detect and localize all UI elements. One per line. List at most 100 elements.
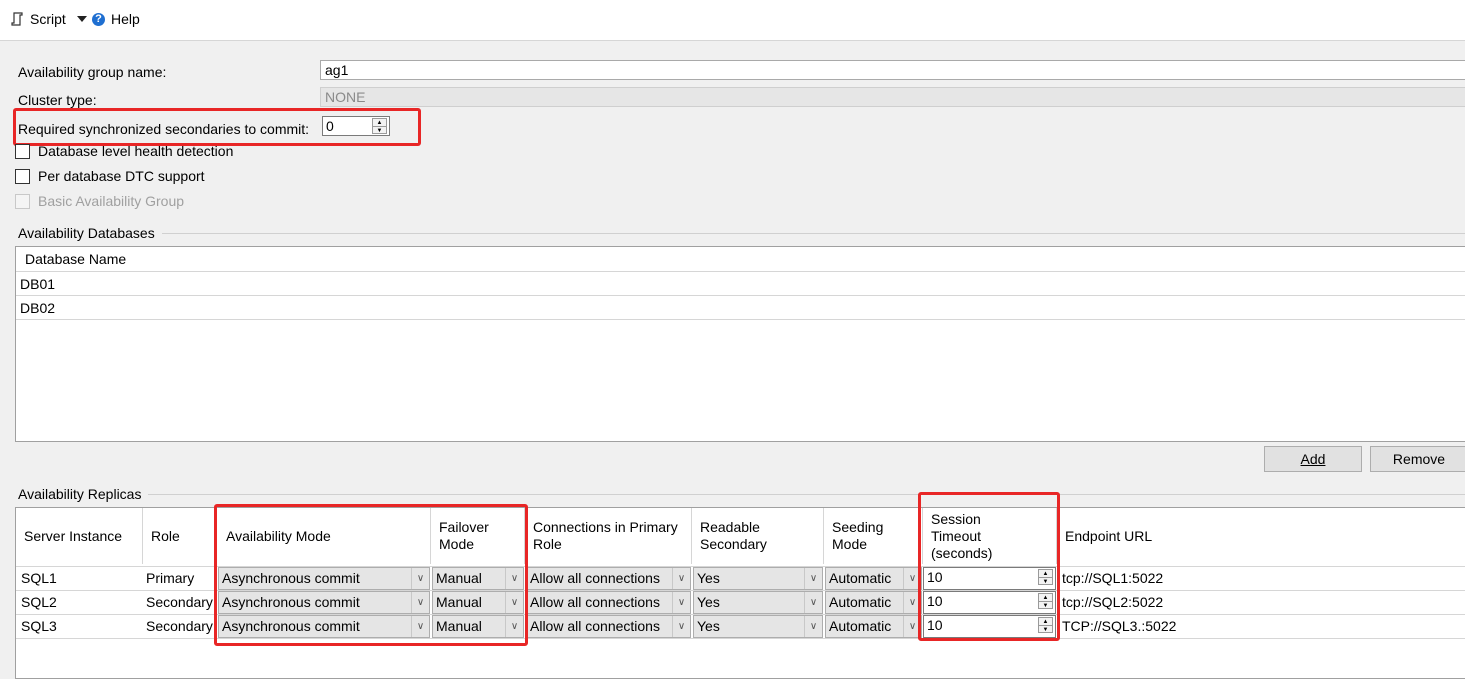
chevron-down-icon: ∨ xyxy=(903,568,921,589)
availability-mode-select[interactable]: Asynchronous commit ∨ xyxy=(218,591,430,614)
session-timeout-stepper[interactable]: 10 ▲ ▼ xyxy=(923,567,1056,590)
help-button[interactable]: ? Help xyxy=(92,10,140,28)
basic-ag-label: Basic Availability Group xyxy=(38,193,185,209)
header-seeding-mode: Seeding Mode xyxy=(824,508,923,564)
header-endpoint-url: Endpoint URL xyxy=(1065,527,1153,544)
chevron-down-icon: ∨ xyxy=(672,568,690,589)
database-row-db02[interactable]: DB02 xyxy=(20,300,55,316)
spin-up-icon: ▲ xyxy=(1039,570,1052,578)
header-role: Role xyxy=(143,508,216,564)
chevron-down-icon: ∨ xyxy=(505,616,523,637)
checkbox-box[interactable] xyxy=(15,168,30,184)
header-readable-secondary: Readable Secondary xyxy=(692,508,824,564)
script-icon xyxy=(11,12,23,26)
chevron-down-icon[interactable] xyxy=(76,15,88,23)
header-connections: Connections in Primary Role xyxy=(525,508,692,564)
header-failover-mode: Failover Mode xyxy=(431,508,525,564)
connections-select[interactable]: Allow all connections ∨ xyxy=(526,567,691,590)
server-instance-cell: SQL3 xyxy=(21,618,57,634)
failover-mode-select[interactable]: Manual ∨ xyxy=(432,615,524,638)
chevron-down-icon: ∨ xyxy=(672,616,690,637)
connections-select[interactable]: Allow all connections ∨ xyxy=(526,591,691,614)
readable-secondary-select[interactable]: Yes ∨ xyxy=(693,567,823,590)
spin-down-icon: ▼ xyxy=(1042,602,1049,609)
dtc-checkbox[interactable]: Per database DTC support xyxy=(15,168,205,184)
seeding-mode-select[interactable]: Automatic ∨ xyxy=(825,615,922,638)
availability-mode-select[interactable]: Asynchronous commit ∨ xyxy=(218,615,430,638)
table-row: SQL2 Secondary Asynchronous commit ∨ Manu… xyxy=(16,591,1465,615)
required-sync-value: 0 xyxy=(326,118,334,134)
table-row: SQL1 Primary Asynchronous commit ∨ Manual… xyxy=(16,567,1465,591)
header-availability-mode: Availability Mode xyxy=(216,508,431,564)
spin-down-icon[interactable]: ▼ xyxy=(373,127,386,134)
database-row-db01[interactable]: DB01 xyxy=(20,276,55,292)
connections-select[interactable]: Allow all connections ∨ xyxy=(526,615,691,638)
spin-up-icon: ▲ xyxy=(1039,618,1052,626)
replicas-grid: Server Instance Role Availability Mode F… xyxy=(15,507,1465,679)
chevron-down-icon: ∨ xyxy=(804,592,822,613)
readable-secondary-select[interactable]: Yes ∨ xyxy=(693,615,823,638)
chevron-down-icon: ∨ xyxy=(672,592,690,613)
cluster-type-select: NONE xyxy=(320,87,1465,107)
endpoint-url-cell[interactable]: TCP://SQL3.:5022 xyxy=(1059,615,1176,638)
session-timeout-stepper[interactable]: 10 ▲ ▼ xyxy=(923,615,1056,638)
header-session-timeout: Session Timeout (seconds) xyxy=(923,508,1057,564)
databases-grid: Database Name DB01 DB02 xyxy=(15,246,1465,442)
spin-down-icon: ▼ xyxy=(1042,626,1049,633)
role-cell: Secondary xyxy=(146,618,213,634)
availability-mode-select[interactable]: Asynchronous commit ∨ xyxy=(218,567,430,590)
endpoint-url-cell[interactable]: tcp://SQL2:5022 xyxy=(1059,591,1163,614)
chevron-down-icon: ∨ xyxy=(505,568,523,589)
cluster-type-label: Cluster type: xyxy=(18,92,97,108)
row-divider xyxy=(16,638,1465,639)
session-timeout-stepper[interactable]: 10 ▲ ▼ xyxy=(923,591,1056,614)
cluster-type-value: NONE xyxy=(325,89,366,105)
checkbox-box[interactable] xyxy=(15,143,30,159)
help-icon: ? xyxy=(92,12,105,26)
remove-button[interactable]: Remove xyxy=(1370,446,1465,472)
endpoint-url-cell[interactable]: tcp://SQL1:5022 xyxy=(1059,567,1163,590)
chevron-down-icon: ∨ xyxy=(804,616,822,637)
server-instance-cell: SQL1 xyxy=(21,570,57,586)
required-sync-stepper[interactable]: 0 ▲ ▼ xyxy=(322,116,390,136)
row-divider xyxy=(16,271,1465,272)
seeding-mode-select[interactable]: Automatic ∨ xyxy=(825,591,922,614)
section-divider xyxy=(162,233,1465,234)
replicas-section-label: Availability Replicas xyxy=(18,486,142,502)
db-health-checkbox[interactable]: Database level health detection xyxy=(15,143,233,159)
add-button[interactable]: Add xyxy=(1264,446,1362,472)
chevron-down-icon: ∨ xyxy=(804,568,822,589)
databases-section-label: Availability Databases xyxy=(18,225,155,241)
db-health-label: Database level health detection xyxy=(38,143,234,159)
readable-secondary-select[interactable]: Yes ∨ xyxy=(693,591,823,614)
basic-ag-checkbox: Basic Availability Group xyxy=(15,193,184,209)
chevron-down-icon: ∨ xyxy=(411,592,429,613)
script-button[interactable]: Script xyxy=(10,10,88,28)
ag-name-label: Availability group name: xyxy=(18,64,167,80)
row-divider xyxy=(16,295,1465,296)
spin-buttons[interactable]: ▲ ▼ xyxy=(372,118,387,134)
header-server-instance: Server Instance xyxy=(16,508,143,564)
failover-mode-select[interactable]: Manual ∨ xyxy=(432,591,524,614)
server-instance-cell: SQL2 xyxy=(21,594,57,610)
seeding-mode-select[interactable]: Automatic ∨ xyxy=(825,567,922,590)
role-cell: Secondary xyxy=(146,594,213,610)
spin-up-icon[interactable]: ▲ xyxy=(373,119,386,127)
script-label: Script xyxy=(30,11,66,27)
ag-name-field[interactable]: ag1 xyxy=(320,60,1465,80)
required-sync-label: Required synchronized secondaries to com… xyxy=(18,121,310,137)
toolbar: Script ? Help xyxy=(0,0,1465,41)
row-divider xyxy=(16,319,1465,320)
database-name-header: Database Name xyxy=(25,251,127,267)
help-label: Help xyxy=(111,11,140,27)
remove-label: Remove xyxy=(1392,451,1446,467)
spin-down-icon: ▼ xyxy=(1042,578,1049,585)
role-cell: Primary xyxy=(146,570,195,586)
spin-up-icon: ▲ xyxy=(1039,594,1052,602)
add-label: Add xyxy=(1300,451,1326,467)
chevron-down-icon: ∨ xyxy=(903,616,921,637)
chevron-down-icon: ∨ xyxy=(411,568,429,589)
checkbox-box xyxy=(15,193,30,209)
failover-mode-select[interactable]: Manual ∨ xyxy=(432,567,524,590)
section-divider xyxy=(148,494,1465,495)
